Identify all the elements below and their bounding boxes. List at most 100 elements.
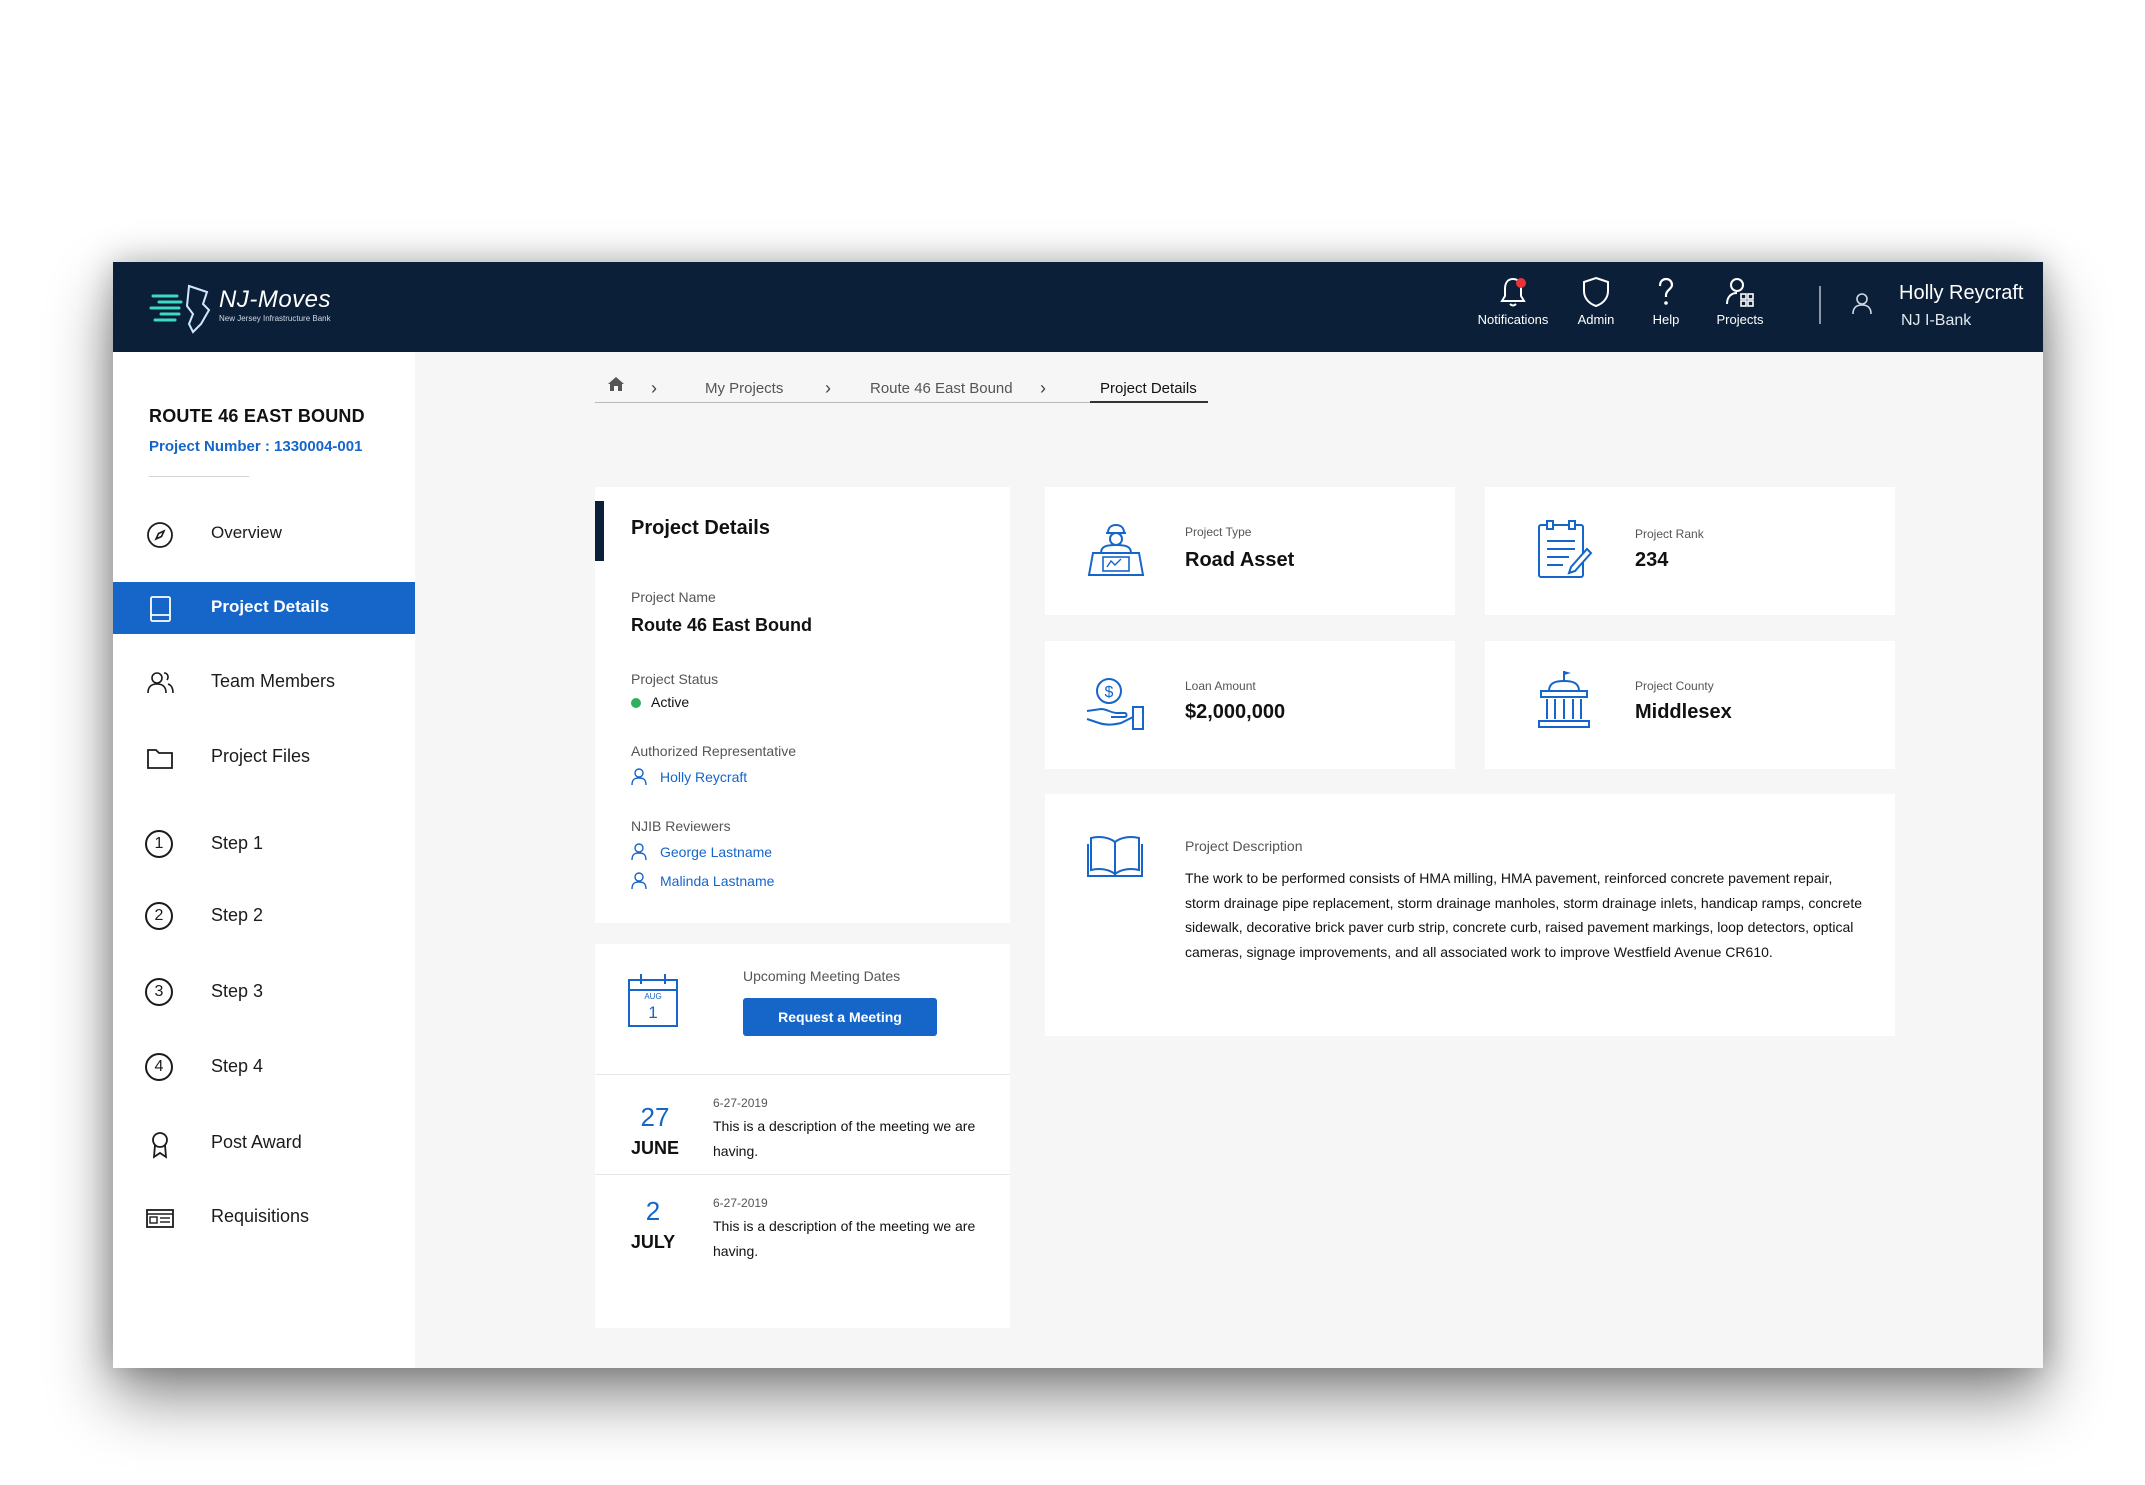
project-status-label: Project Status: [631, 671, 719, 687]
project-description-card: Project Description The work to be perfo…: [1045, 794, 1895, 1036]
question-icon: [1658, 277, 1674, 305]
sidebar-item-label: Post Award: [211, 1132, 302, 1152]
sidebar-divider: [149, 476, 249, 477]
notification-badge: [1516, 278, 1526, 288]
meeting-description: This is a description of the meeting we …: [713, 1118, 976, 1159]
calendar-day: 1: [648, 1003, 657, 1022]
person-icon: [631, 872, 647, 890]
projects-icon: [1726, 278, 1754, 307]
user-organization: NJ I-Bank: [1901, 312, 1972, 329]
project-county-card: Project County Middlesex: [1485, 641, 1895, 769]
government-building-icon: [1535, 669, 1593, 736]
sidebar-item-overview[interactable]: Overview: [113, 508, 415, 560]
loan-amount-value: $2,000,000: [1185, 701, 1286, 723]
details-card-title: Project Details: [631, 517, 770, 539]
user-name[interactable]: Holly Reycraft: [1899, 282, 2023, 305]
authorized-rep-label: Authorized Representative: [631, 743, 796, 759]
request-meeting-button[interactable]: Request a Meeting: [743, 998, 937, 1036]
sidebar-item-label: Step 2: [211, 905, 264, 925]
sidebar: ROUTE 46 EAST BOUND Project Number : 133…: [113, 352, 415, 1368]
project-name-value: Route 46 East Bound: [631, 615, 813, 635]
sidebar-item-post-award[interactable]: Post Award: [113, 1117, 415, 1169]
sidebar-project-title: ROUTE 46 EAST BOUND: [149, 406, 365, 426]
calendar-icon: AUG 1: [627, 972, 679, 1033]
sidebar-item-label: Step 3: [211, 981, 264, 1001]
home-icon: [608, 377, 624, 391]
step-4-icon: 4: [145, 1053, 175, 1083]
reviewer-name: George Lastname: [660, 844, 773, 860]
meeting-divider: [595, 1174, 1010, 1175]
breadcrumb: › My Projects › Route 46 East Bound › Pr…: [595, 372, 1215, 408]
reviewer-name: Malinda Lastname: [660, 873, 775, 889]
sidebar-item-requisitions[interactable]: Requisitions: [113, 1191, 415, 1243]
shield-icon: [1583, 276, 1609, 308]
breadcrumb-my-projects[interactable]: My Projects: [705, 380, 783, 397]
open-book-icon: [1087, 834, 1143, 883]
breadcrumb-project[interactable]: Route 46 East Bound: [870, 380, 1013, 397]
notepad-icon: [1535, 519, 1595, 586]
worker-plans-icon: [1085, 519, 1147, 586]
person-icon: [631, 768, 647, 786]
hand-money-icon: $: [1085, 673, 1147, 740]
project-description-label: Project Description: [1185, 838, 1303, 854]
loan-amount-label: Loan Amount: [1185, 679, 1256, 693]
step-3-icon: 3: [145, 978, 175, 1008]
projects-button[interactable]: Projects: [1695, 276, 1785, 340]
sidebar-item-step-1[interactable]: 1 Step 1: [113, 818, 415, 870]
meetings-card: AUG 1 Upcoming Meeting Dates Request a M…: [595, 944, 1010, 1328]
sidebar-item-team-members[interactable]: Team Members: [113, 656, 415, 708]
sidebar-item-project-details[interactable]: Project Details: [113, 582, 415, 634]
meeting-description: This is a description of the meeting we …: [713, 1218, 976, 1259]
brand-name: NJ-Moves: [219, 286, 332, 313]
team-icon: [145, 668, 175, 698]
meeting-month: JUNE: [630, 1138, 679, 1158]
sidebar-item-step-3[interactable]: 3 Step 3: [113, 966, 415, 1018]
project-county-label: Project County: [1635, 679, 1714, 693]
sidebar-item-step-4[interactable]: 4 Step 4: [113, 1041, 415, 1093]
book-icon: [145, 594, 175, 624]
project-type-card: Project Type Road Asset: [1045, 487, 1455, 615]
sidebar-item-label: Project Details: [211, 597, 330, 616]
projects-label: Projects: [1716, 312, 1764, 327]
project-type-value: Road Asset: [1185, 549, 1295, 571]
sidebar-item-label: Project Files: [211, 746, 311, 766]
sidebar-item-label: Overview: [211, 523, 282, 542]
sidebar-project-number: Project Number : 1330004-001: [149, 438, 363, 455]
authorized-rep-name: Holly Reycraft: [660, 769, 748, 785]
breadcrumb-separator: ›: [825, 378, 831, 398]
meeting-day: 27: [640, 1102, 670, 1132]
folder-icon: [145, 743, 175, 773]
requisition-icon: [145, 1203, 175, 1233]
sidebar-item-label: Step 1: [211, 833, 264, 853]
user-avatar-icon[interactable]: [1851, 292, 1873, 321]
nj-moves-logo-icon: [149, 284, 211, 334]
reviewers-label: NJIB Reviewers: [631, 818, 731, 834]
top-navbar: NJ-Moves New Jersey Infrastructure Bank …: [113, 262, 2043, 352]
step-2-icon: 2: [145, 902, 175, 932]
header-divider: [1819, 286, 1821, 324]
loan-amount-card: $ Loan Amount $2,000,000: [1045, 641, 1455, 769]
sidebar-item-label: Team Members: [211, 671, 336, 691]
breadcrumb-separator: ›: [651, 378, 657, 398]
project-type-label: Project Type: [1185, 525, 1252, 539]
compass-icon: [145, 520, 175, 550]
project-rank-card: Project Rank 234: [1485, 487, 1895, 615]
step-1-icon: 1: [145, 830, 175, 860]
notifications-button[interactable]: Notifications: [1468, 276, 1558, 340]
breadcrumb-active-indicator: [1090, 401, 1208, 403]
sidebar-item-label: Step 4: [211, 1056, 264, 1076]
meeting-date: 6-27-2019: [713, 1196, 768, 1210]
meeting-date: 6-27-2019: [713, 1096, 768, 1110]
brand-tagline: New Jersey Infrastructure Bank: [219, 314, 331, 323]
project-details-card: Project Details Project Name Route 46 Ea…: [595, 487, 1010, 923]
app-window: NJ-Moves New Jersey Infrastructure Bank …: [113, 262, 2043, 1368]
sidebar-item-step-2[interactable]: 2 Step 2: [113, 890, 415, 942]
notifications-label: Notifications: [1477, 312, 1549, 327]
project-description-text: The work to be performed consists of HMA…: [1185, 870, 1863, 960]
sidebar-item-project-files[interactable]: Project Files: [113, 731, 415, 783]
card-accent-bar: [595, 501, 604, 561]
upcoming-meetings-label: Upcoming Meeting Dates: [743, 968, 901, 984]
breadcrumb-home[interactable]: [607, 376, 625, 396]
person-icon: [631, 843, 647, 861]
brand-logo[interactable]: NJ-Moves New Jersey Infrastructure Bank: [149, 280, 349, 336]
